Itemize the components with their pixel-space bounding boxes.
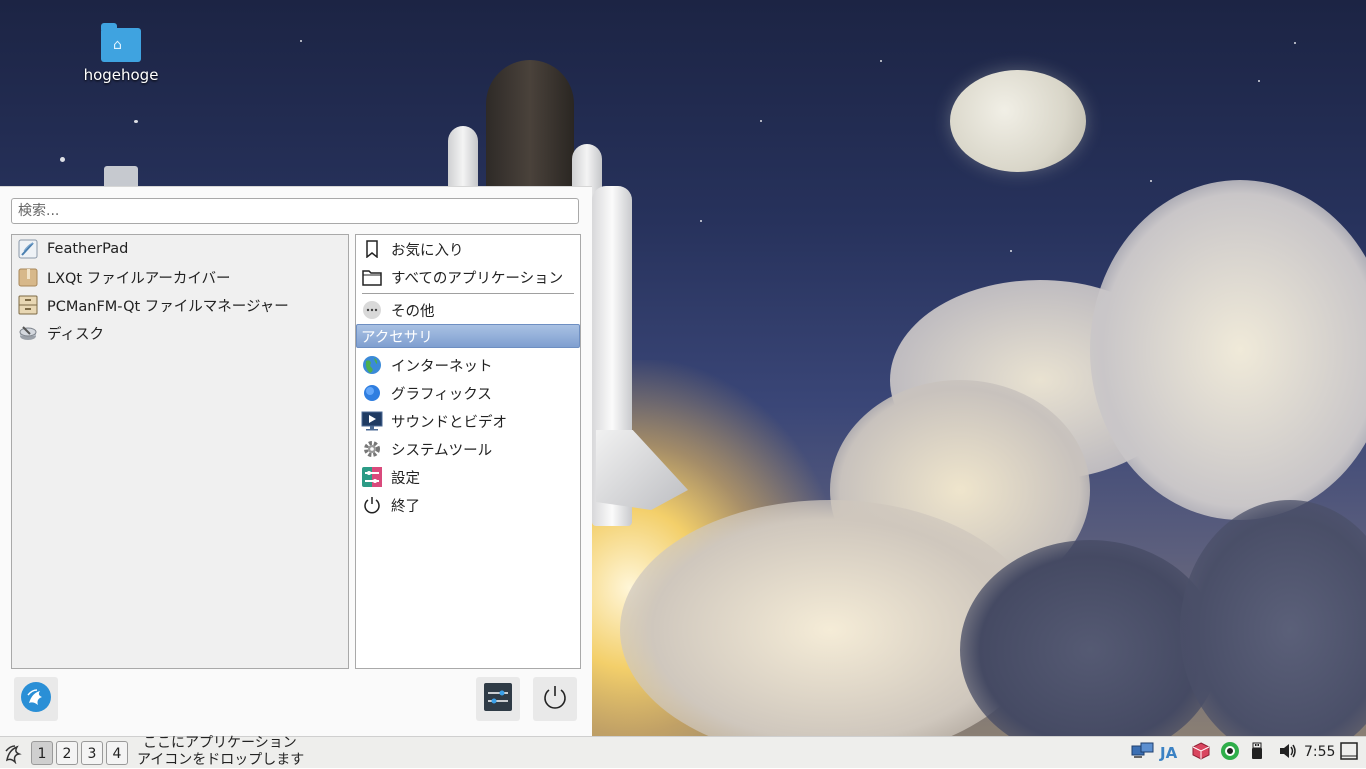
category-label: インターネット <box>391 358 493 375</box>
star <box>700 220 702 222</box>
moon <box>950 70 1086 172</box>
category-separator <box>362 293 574 294</box>
globe-icon <box>361 354 383 376</box>
desktop-icon-home[interactable]: ⌂ hogehoge <box>66 23 176 84</box>
file-manager-icon <box>17 294 39 316</box>
application-menu: FeatherPad LXQt ファイルアーカイバー PCManFM-Qt ファ… <box>0 186 592 737</box>
workspace-3-button[interactable]: 3 <box>81 741 103 765</box>
power-icon <box>542 684 568 714</box>
category-settings[interactable]: 設定 <box>356 463 580 491</box>
application-list: FeatherPad LXQt ファイルアーカイバー PCManFM-Qt ファ… <box>11 234 349 669</box>
category-label: 設定 <box>391 470 420 487</box>
category-label: 終了 <box>391 498 420 515</box>
app-item-label: PCManFM-Qt ファイルマネージャー <box>47 298 289 315</box>
quicklaunch-hint-line1: ここにアプリケーション <box>143 735 297 751</box>
show-desktop-button[interactable] <box>1340 742 1358 764</box>
desktop-icon-trash[interactable] <box>66 166 176 186</box>
desktop-icon-label: hogehoge <box>83 66 159 84</box>
workspace-2-button[interactable]: 2 <box>56 741 78 765</box>
app-item-archiver[interactable]: LXQt ファイルアーカイバー <box>12 263 348 291</box>
input-method-indicator[interactable]: JA <box>1160 743 1177 763</box>
star <box>760 120 762 122</box>
tray-record-indicator[interactable] <box>1220 741 1240 765</box>
graphics-icon <box>361 382 383 404</box>
search-input[interactable] <box>11 198 579 224</box>
cloud-shadow <box>1180 500 1366 736</box>
star <box>1258 80 1260 82</box>
bookmark-icon <box>361 238 383 260</box>
quicklaunch-drop-area[interactable]: ここにアプリケーション アイコンをドロップします <box>137 735 304 769</box>
usb-drive-icon <box>1251 742 1263 764</box>
clock[interactable]: 7:55 <box>1304 744 1335 760</box>
disk-icon <box>17 322 39 344</box>
package-icon <box>1192 742 1210 764</box>
category-graphics[interactable]: グラフィックス <box>356 379 580 407</box>
app-item-disk[interactable]: ディスク <box>12 319 348 347</box>
about-lxqt-button[interactable] <box>14 677 58 721</box>
star <box>300 40 302 42</box>
category-label: グラフィックス <box>391 386 492 403</box>
app-item-file-manager[interactable]: PCManFM-Qt ファイルマネージャー <box>12 291 348 319</box>
category-label: お気に入り <box>391 242 464 259</box>
tray-network[interactable] <box>1131 742 1155 764</box>
sliders-icon <box>484 683 512 715</box>
gear-icon <box>361 438 383 460</box>
featherpad-icon <box>17 238 39 260</box>
quicklaunch-hint-line2: アイコンをドロップします <box>137 752 305 768</box>
app-item-label: ディスク <box>47 326 104 343</box>
power-icon <box>361 494 383 516</box>
trash-icon <box>104 166 138 186</box>
star <box>134 120 138 123</box>
category-sound-video[interactable]: サウンドとビデオ <box>356 407 580 435</box>
category-all-applications[interactable]: すべてのアプリケーション <box>356 263 580 291</box>
monitor-play-icon <box>361 410 383 432</box>
category-label: サウンドとビデオ <box>391 414 507 431</box>
star <box>880 60 882 62</box>
speaker-icon <box>1278 742 1298 764</box>
app-item-featherpad[interactable]: FeatherPad <box>12 235 348 263</box>
record-icon <box>1220 741 1240 765</box>
app-item-label: FeatherPad <box>47 241 129 257</box>
main-menu-button[interactable] <box>4 742 24 768</box>
taskbar: 1 2 3 4 ここにアプリケーション アイコンをドロップします JA 7:55 <box>0 735 1366 769</box>
folder-outline-icon <box>361 266 383 288</box>
lxqt-menu-icon <box>4 745 24 768</box>
category-leave[interactable]: 終了 <box>356 491 580 519</box>
preferences-button[interactable] <box>476 677 520 721</box>
category-label: アクセサリ <box>361 329 433 346</box>
workspace-4-button[interactable]: 4 <box>106 741 128 765</box>
power-button[interactable] <box>533 677 577 721</box>
category-system-tools[interactable]: システムツール <box>356 435 580 463</box>
network-icon <box>1131 742 1155 764</box>
show-desktop-icon <box>1340 742 1358 764</box>
category-accessories[interactable]: アクセサリ <box>356 324 580 348</box>
archiver-icon <box>17 266 39 288</box>
tray-volume[interactable] <box>1278 743 1298 763</box>
category-label: システムツール <box>391 442 493 459</box>
home-folder-icon: ⌂ <box>101 23 141 62</box>
more-icon <box>361 299 383 321</box>
category-internet[interactable]: インターネット <box>356 351 580 379</box>
workspace-1-button[interactable]: 1 <box>31 741 53 765</box>
settings-icon <box>361 466 383 488</box>
tray-removable-media[interactable] <box>1251 742 1263 764</box>
category-favorites[interactable]: お気に入り <box>356 235 580 263</box>
star <box>60 157 65 162</box>
app-item-label: LXQt ファイルアーカイバー <box>47 270 231 287</box>
tray-package-updates[interactable] <box>1192 742 1210 764</box>
category-other[interactable]: その他 <box>356 296 580 324</box>
cloud <box>1090 180 1366 520</box>
category-list: お気に入り すべてのアプリケーション その他 アクセサリ インターネット グラフ… <box>355 234 581 669</box>
star <box>1150 180 1152 182</box>
category-label: その他 <box>391 303 435 320</box>
lxqt-logo-icon <box>20 681 52 717</box>
star <box>1010 250 1012 252</box>
star <box>1294 42 1296 44</box>
category-label: すべてのアプリケーション <box>391 270 564 287</box>
